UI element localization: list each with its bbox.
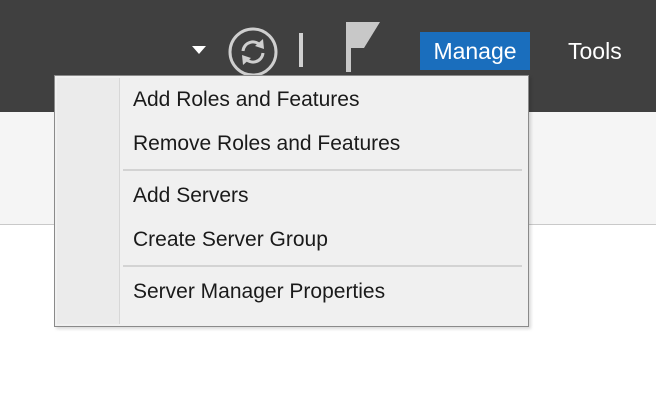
manage-dropdown-menu: Add Roles and Features Remove Roles and … — [54, 75, 529, 327]
menu-item-add-servers[interactable]: Add Servers — [121, 174, 526, 218]
manage-menu[interactable]: Manage — [420, 32, 530, 70]
menu-item-add-roles-and-features[interactable]: Add Roles and Features — [121, 78, 526, 122]
menu-gutter — [57, 78, 120, 324]
tools-menu[interactable]: Tools — [568, 32, 622, 70]
menu-item-server-manager-properties[interactable]: Server Manager Properties — [121, 270, 526, 314]
menu-item-create-server-group[interactable]: Create Server Group — [121, 218, 526, 262]
menu-items: Add Roles and Features Remove Roles and … — [121, 78, 526, 314]
toolbar-separator — [299, 33, 303, 67]
menu-separator — [123, 169, 522, 171]
refresh-icon[interactable] — [227, 26, 279, 78]
menu-item-remove-roles-and-features[interactable]: Remove Roles and Features — [121, 122, 526, 166]
chevron-down-icon[interactable] — [192, 46, 206, 54]
flag-icon[interactable] — [342, 18, 386, 72]
menu-separator — [123, 265, 522, 267]
